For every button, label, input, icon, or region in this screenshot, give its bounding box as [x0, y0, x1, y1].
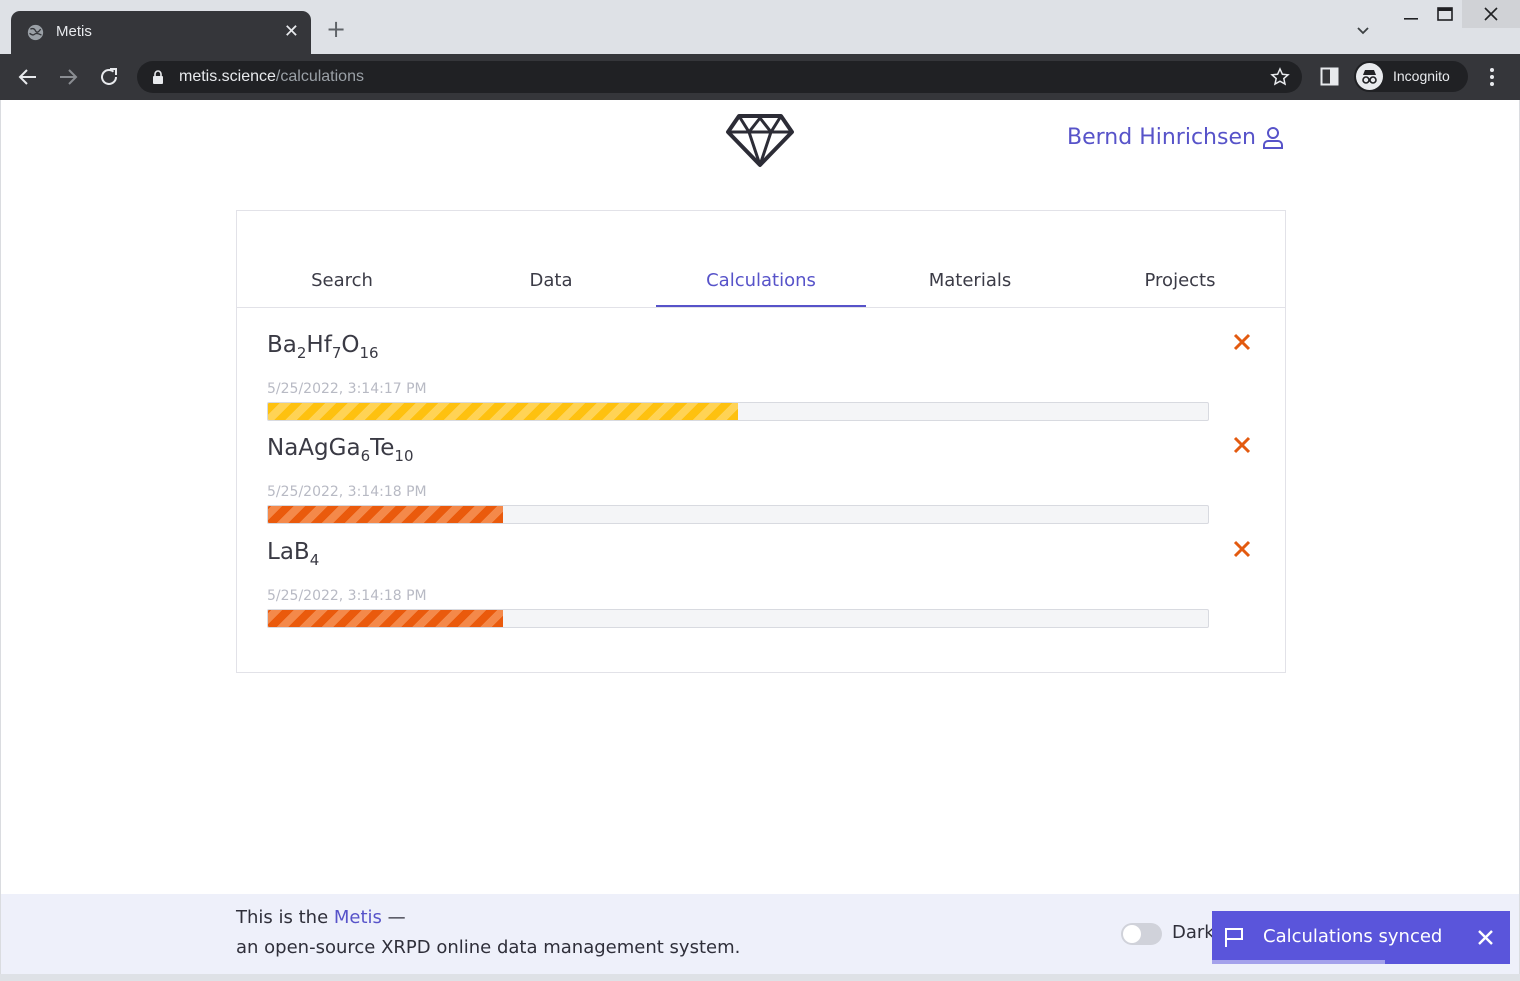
- new-tab-icon[interactable]: +: [326, 17, 346, 41]
- calculation-progress-bar: [267, 609, 1209, 628]
- calculations-card: Search Data Calculations Materials Proje…: [236, 210, 1286, 673]
- sync-toast: Calculations synced: [1212, 911, 1510, 964]
- dark-mode-toggle[interactable]: [1121, 923, 1162, 945]
- browser-tab-strip: Metis ✕ +: [0, 0, 1520, 54]
- toast-message: Calculations synced: [1263, 926, 1443, 947]
- bookmark-star-icon[interactable]: [1270, 67, 1290, 87]
- footer-intro: This is the Metis —: [236, 907, 406, 928]
- calculation-formula: NaAgGa6Te10: [267, 435, 414, 465]
- close-toast-icon[interactable]: [1477, 929, 1494, 946]
- footer-description: an open-source XRPD online data manageme…: [236, 937, 741, 958]
- tab-data[interactable]: Data: [446, 261, 656, 301]
- close-tab-icon[interactable]: ✕: [284, 21, 299, 42]
- calculation-formula: Ba2Hf7O16: [267, 332, 379, 362]
- browser-tab[interactable]: Metis ✕: [11, 11, 311, 54]
- calculation-timestamp: 5/25/2022, 3:14:18 PM: [267, 484, 427, 500]
- remove-calculation-icon[interactable]: [1232, 435, 1252, 455]
- metis-link[interactable]: Metis: [334, 907, 382, 928]
- calculation-progress-bar: [267, 505, 1209, 524]
- incognito-icon: [1356, 63, 1383, 90]
- toggle-knob: [1123, 925, 1141, 943]
- main-nav-tabs: Search Data Calculations Materials Proje…: [237, 261, 1285, 308]
- progress-fill: [268, 610, 503, 627]
- browser-menu-icon[interactable]: [1483, 66, 1501, 88]
- remove-calculation-icon[interactable]: [1232, 332, 1252, 352]
- url-text: metis.science/calculations: [179, 68, 364, 85]
- progress-fill: [268, 506, 503, 523]
- calculation-timestamp: 5/25/2022, 3:14:17 PM: [267, 381, 427, 397]
- calculation-timestamp: 5/25/2022, 3:14:18 PM: [267, 588, 427, 604]
- remove-calculation-icon[interactable]: [1232, 539, 1252, 559]
- user-icon: [1262, 126, 1283, 149]
- tab-materials[interactable]: Materials: [865, 261, 1075, 301]
- window-close-icon[interactable]: [1462, 0, 1520, 28]
- reload-icon[interactable]: [97, 65, 121, 89]
- globe-icon: [27, 24, 44, 41]
- user-menu[interactable]: Bernd Hinrichsen: [1067, 125, 1284, 150]
- forward-arrow-icon[interactable]: [56, 65, 80, 89]
- calculation-progress-bar: [267, 402, 1209, 421]
- incognito-profile-button[interactable]: Incognito: [1354, 61, 1468, 92]
- lock-icon: [153, 70, 163, 84]
- chevron-down-icon[interactable]: [1355, 22, 1371, 38]
- browser-tab-title: Metis: [56, 23, 92, 40]
- tab-projects[interactable]: Projects: [1075, 261, 1285, 301]
- incognito-label: Incognito: [1393, 68, 1450, 84]
- flag-icon: [1225, 928, 1243, 947]
- metis-diamond-logo-icon[interactable]: [725, 112, 795, 168]
- address-bar[interactable]: metis.science/calculations: [137, 61, 1302, 93]
- side-panel-icon[interactable]: [1320, 67, 1339, 86]
- back-arrow-icon[interactable]: [16, 65, 40, 89]
- progress-fill: [268, 403, 738, 420]
- toast-timer-bar: [1212, 960, 1385, 964]
- dark-mode-label: Dark: [1172, 922, 1215, 943]
- browser-toolbar: metis.science/calculations Incognito: [0, 54, 1520, 100]
- user-name: Bernd Hinrichsen: [1067, 125, 1256, 150]
- tab-calculations[interactable]: Calculations: [656, 261, 866, 307]
- calculation-formula: LaB4: [267, 539, 320, 569]
- tab-search[interactable]: Search: [237, 261, 447, 301]
- browser-bottom-edge: [0, 974, 1520, 981]
